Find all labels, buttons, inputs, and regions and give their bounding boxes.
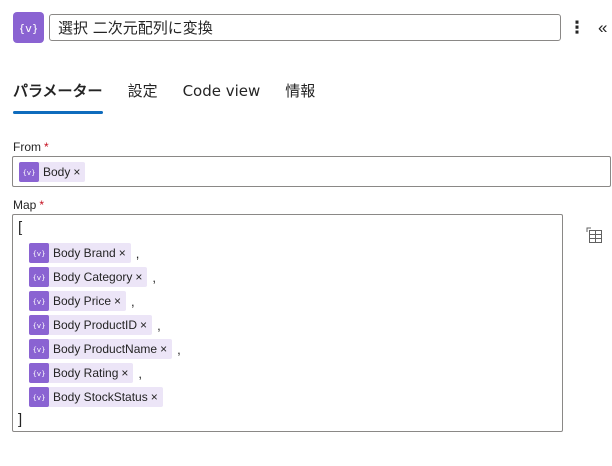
from-label-text: From xyxy=(13,140,41,154)
token-body-productid[interactable]: {v} Body ProductID × xyxy=(29,315,153,335)
expression-token-icon: {v} xyxy=(29,243,49,263)
map-label: Map * xyxy=(13,198,44,212)
map-row: {v} Body Rating × , xyxy=(29,363,142,383)
tab-bar: パラメーター 設定 Code view 情報 xyxy=(13,80,340,114)
from-label: From * xyxy=(13,140,49,154)
token-body-category[interactable]: {v} Body Category × xyxy=(29,267,148,287)
tab-parameters[interactable]: パラメーター xyxy=(13,80,103,114)
token-remove-icon[interactable]: × xyxy=(160,342,167,356)
map-field[interactable]: [ {v} Body Brand × , {v} Body Category ×… xyxy=(12,214,563,432)
token-label: Body ProductID xyxy=(53,318,138,332)
expression-token-icon: {v} xyxy=(29,363,49,383)
tab-settings[interactable]: 設定 xyxy=(128,80,158,114)
comma: , xyxy=(177,341,181,357)
svg-text:{v}: {v} xyxy=(32,370,45,378)
expression-token-icon: {v} xyxy=(29,267,49,287)
token-body-brand[interactable]: {v} Body Brand × xyxy=(29,243,131,263)
expression-token-icon: {v} xyxy=(29,387,49,407)
svg-text:{v}: {v} xyxy=(32,250,45,258)
token-remove-icon[interactable]: × xyxy=(121,366,128,380)
token-remove-icon[interactable]: × xyxy=(114,294,121,308)
comma: , xyxy=(131,293,135,309)
svg-text:{v}: {v} xyxy=(32,346,45,354)
map-label-text: Map xyxy=(13,198,37,212)
action-title-input[interactable] xyxy=(49,14,561,41)
expression-token-icon: {v} xyxy=(29,291,49,311)
expression-token-icon: {v} xyxy=(19,162,39,182)
action-expression-icon: {v} xyxy=(13,12,44,43)
token-body-price[interactable]: {v} Body Price × xyxy=(29,291,127,311)
svg-text:{v}: {v} xyxy=(32,298,45,306)
comma: , xyxy=(138,365,143,381)
comma: , xyxy=(135,245,140,261)
required-mark: * xyxy=(44,140,49,154)
tab-code-view[interactable]: Code view xyxy=(183,80,261,114)
open-bracket: [ xyxy=(18,219,23,236)
token-label: Body Brand xyxy=(53,246,116,260)
token-remove-icon[interactable]: × xyxy=(73,165,80,179)
expression-token-icon: {v} xyxy=(29,315,49,335)
map-row: {v} Body Category × , xyxy=(29,267,156,287)
required-mark: * xyxy=(39,198,45,212)
more-options-icon[interactable]: ⋮ xyxy=(569,16,586,40)
expression-token-icon: {v} xyxy=(29,339,49,359)
token-body-productname[interactable]: {v} Body ProductName × xyxy=(29,339,173,359)
map-row: {v} Body Brand × , xyxy=(29,243,139,263)
svg-text:{v}: {v} xyxy=(20,22,37,35)
svg-text:{v}: {v} xyxy=(32,394,45,402)
token-label: Body StockStatus xyxy=(53,390,148,404)
token-label: Body ProductName xyxy=(53,342,158,356)
token-body-stockstatus[interactable]: {v} Body StockStatus × xyxy=(29,387,163,407)
svg-text:{v}: {v} xyxy=(32,274,45,282)
from-field[interactable]: {v} Body × xyxy=(12,156,611,187)
token-label: Body xyxy=(43,165,71,179)
tab-about[interactable]: 情報 xyxy=(285,80,315,114)
collapse-panel-icon[interactable]: « xyxy=(598,16,612,40)
token-label: Body Category xyxy=(53,270,133,284)
token-remove-icon[interactable]: × xyxy=(151,390,158,404)
map-row: {v} Body ProductID × , xyxy=(29,315,161,335)
token-label: Body Price xyxy=(53,294,112,308)
switch-to-table-icon[interactable] xyxy=(586,227,603,244)
close-bracket: ] xyxy=(18,411,23,428)
svg-text:{v}: {v} xyxy=(22,169,35,177)
token-remove-icon[interactable]: × xyxy=(140,318,147,332)
svg-text:{v}: {v} xyxy=(32,322,45,330)
comma: , xyxy=(157,317,161,333)
map-row: {v} Body Price × , xyxy=(29,291,135,311)
token-body-rating[interactable]: {v} Body Rating × xyxy=(29,363,134,383)
comma: , xyxy=(152,269,157,285)
token-remove-icon[interactable]: × xyxy=(135,270,142,284)
map-row: {v} Body StockStatus × xyxy=(29,387,163,407)
map-row: {v} Body ProductName × , xyxy=(29,339,181,359)
token-body[interactable]: {v} Body × xyxy=(19,162,86,182)
token-remove-icon[interactable]: × xyxy=(119,246,126,260)
token-label: Body Rating xyxy=(53,366,119,380)
